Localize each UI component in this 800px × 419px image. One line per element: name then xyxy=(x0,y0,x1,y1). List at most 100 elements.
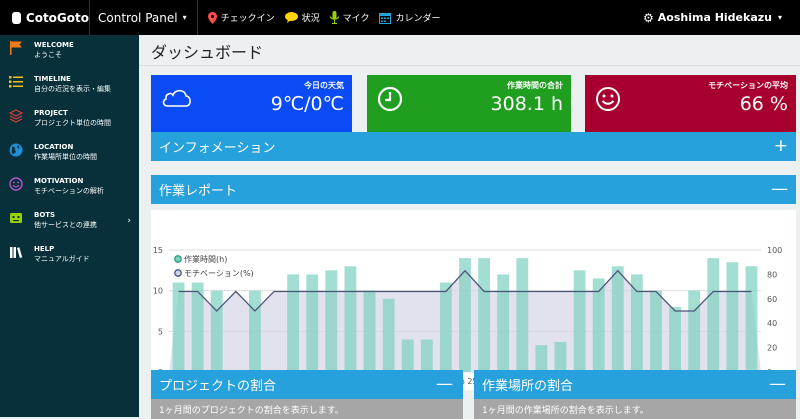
sidebar-item-title: MOTIVATION xyxy=(34,177,84,185)
control-panel-menu[interactable]: Control Panel ▾ xyxy=(90,0,198,35)
nav-mic-label: マイク xyxy=(342,14,370,24)
sidebar-item-subtitle: 他サービスとの連携 xyxy=(34,221,97,229)
work-hours-bar xyxy=(401,339,414,372)
work-hours-bar xyxy=(344,266,357,372)
work-hours-bar xyxy=(554,341,567,372)
top-navbar: CotoGoto Control Panel ▾ チェックイン 状況 マイク カ… xyxy=(0,0,800,35)
work-hours-bar xyxy=(172,282,185,372)
globe-icon xyxy=(8,142,24,158)
sidebar-item-project[interactable]: PROJECT プロジェクト単位の時間 xyxy=(0,103,139,137)
speech-bubble-icon xyxy=(284,12,298,23)
work-hours-bar xyxy=(726,262,739,372)
list-icon xyxy=(8,74,24,90)
work-hours-bar xyxy=(325,270,338,372)
y-left-tick-label: 15 xyxy=(153,246,163,255)
motivation-label: モチベーションの平均 xyxy=(708,81,788,90)
nav-mic[interactable]: マイク xyxy=(329,11,370,24)
info-panel-header[interactable]: インフォメーション + xyxy=(151,132,796,161)
gear-icon: ⚙ xyxy=(643,10,654,25)
nav-checkin[interactable]: チェックイン xyxy=(207,11,275,24)
sidebar-item-title: BOTS xyxy=(34,211,56,219)
work-hours-bar xyxy=(287,274,300,372)
weather-value: 9℃/0℃ xyxy=(270,93,344,115)
work-report-chart: 151050100806040200Jan 11Jan 13Jan 15Jan … xyxy=(151,210,796,390)
collapse-minus-icon[interactable]: — xyxy=(436,374,453,394)
work-hours-bar xyxy=(669,306,681,372)
work-hours-bar xyxy=(478,258,491,372)
project-share-header[interactable]: プロジェクトの割合 — xyxy=(151,370,463,399)
legend-label: モチベーション(%) xyxy=(184,269,254,278)
work-hours-bar xyxy=(249,290,261,372)
nav-checkin-label: チェックイン xyxy=(220,14,275,24)
sidebar-item-subtitle: プロジェクト単位の時間 xyxy=(34,119,111,127)
user-name: Aoshima Hidekazu xyxy=(657,11,772,24)
chat-logo-icon xyxy=(12,11,21,24)
legend-marker xyxy=(174,255,182,263)
layers-icon xyxy=(8,108,24,124)
y-left-tick-label: 5 xyxy=(158,327,163,336)
work-hours-bar xyxy=(516,258,529,372)
work-hours-bar xyxy=(630,274,643,372)
work-hours-bar xyxy=(688,290,701,372)
location-share-title: 作業場所の割合 xyxy=(482,379,574,394)
sidebar-item-title: LOCATION xyxy=(34,143,74,151)
collapse-minus-icon[interactable]: — xyxy=(771,179,788,199)
motivation-value: 66 % xyxy=(739,93,788,115)
microphone-icon xyxy=(329,11,339,24)
sidebar-item-help[interactable]: HELP マニュアルガイド xyxy=(0,239,139,273)
legend-marker xyxy=(174,269,182,277)
sidebar-item-welcome[interactable]: WELCOME ようこそ xyxy=(0,35,139,69)
flag-icon xyxy=(8,40,24,56)
sidebar-item-title: TIMELINE xyxy=(34,75,71,83)
chevron-down-icon: ▾ xyxy=(777,13,782,22)
work-hours-bar xyxy=(592,278,605,372)
legend-label: 作業時間(h) xyxy=(184,254,227,264)
sidebar-item-timeline[interactable]: TIMELINE 自分の近況を表示・編集 xyxy=(0,69,139,103)
chart-svg: 151050100806040200Jan 11Jan 13Jan 15Jan … xyxy=(153,246,782,386)
sidebar-item-motivation[interactable]: MOTIVATION モチベーションの解析 xyxy=(0,171,139,205)
page-title: ダッシュボード xyxy=(151,43,264,62)
work-hours-bar xyxy=(382,298,395,372)
work-hours-bar xyxy=(535,345,548,372)
sidebar-item-subtitle: ようこそ xyxy=(34,51,62,59)
work-hours-bar xyxy=(745,266,758,372)
report-panel-header[interactable]: 作業レポート — xyxy=(151,175,796,204)
sidebar-item-title: WELCOME xyxy=(34,41,74,49)
expand-plus-icon[interactable]: + xyxy=(774,136,788,156)
cloud-icon xyxy=(162,89,191,107)
location-share-header[interactable]: 作業場所の割合 — xyxy=(474,370,796,399)
project-share-title: プロジェクトの割合 xyxy=(159,379,277,394)
collapse-minus-icon[interactable]: — xyxy=(769,374,786,394)
smile-icon xyxy=(8,176,24,192)
main-content: ダッシュボード 今日の天気 9℃/0℃ 作業時間の合計 308.1 h モチベー… xyxy=(139,35,800,419)
nav-calendar[interactable]: カレンダー xyxy=(379,11,440,24)
work-hours-bar xyxy=(363,290,376,372)
location-share-desc: 1ヶ月間の作業場所の割合を表示します。 xyxy=(482,405,649,416)
divider xyxy=(139,65,800,66)
calendar-icon xyxy=(379,12,392,24)
location-share-body: 1ヶ月間の作業場所の割合を表示します。 xyxy=(474,399,796,419)
nav-status-label: 状況 xyxy=(301,14,320,24)
y-left-tick-label: 10 xyxy=(153,287,163,296)
y-right-tick-label: 40 xyxy=(767,319,777,328)
work-hours-bar xyxy=(306,274,319,372)
work-hours-bar xyxy=(650,290,662,372)
control-panel-label: Control Panel xyxy=(98,10,178,25)
chevron-down-icon: ▾ xyxy=(182,13,187,22)
work-hours-bar xyxy=(420,339,433,372)
sidebar-item-subtitle: マニュアルガイド xyxy=(34,255,90,263)
pin-icon xyxy=(207,11,217,24)
sidebar-item-title: HELP xyxy=(34,245,55,253)
y-right-tick-label: 100 xyxy=(767,246,782,255)
user-menu[interactable]: ⚙ Aoshima Hidekazu ▾ xyxy=(643,0,782,35)
sidebar-item-title: PROJECT xyxy=(34,109,68,117)
nav-status[interactable]: 状況 xyxy=(284,11,320,24)
project-share-desc: 1ヶ月間のプロジェクトの割合を表示します。 xyxy=(159,405,344,416)
sidebar-item-location[interactable]: LOCATION 作業場所単位の時間 xyxy=(0,137,139,171)
sidebar-item-subtitle: 自分の近況を表示・編集 xyxy=(34,85,111,93)
sidebar-item-bots[interactable]: BOTS 他サービスとの連携 › xyxy=(0,205,139,239)
smile-icon xyxy=(596,87,620,111)
y-right-tick-label: 60 xyxy=(767,295,777,304)
sidebar: WELCOME ようこそ TIMELINE 自分の近況を表示・編集 PROJECT プ… xyxy=(0,35,139,417)
brand-link[interactable]: CotoGoto xyxy=(0,0,90,35)
